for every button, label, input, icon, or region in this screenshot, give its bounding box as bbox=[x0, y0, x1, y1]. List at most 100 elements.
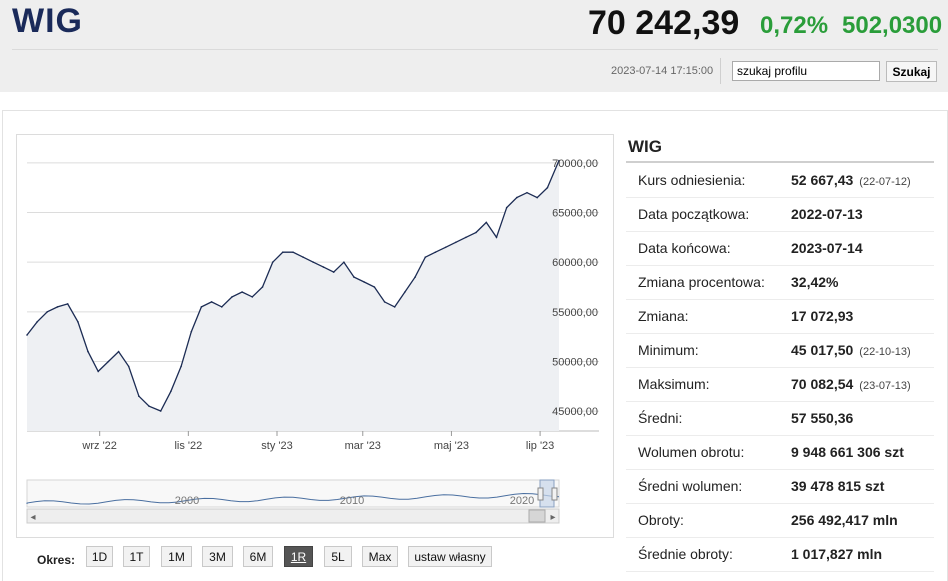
data-point bbox=[66, 303, 69, 305]
navigator-year-label: 2000 bbox=[175, 495, 199, 507]
period-button-1m[interactable]: 1M bbox=[161, 546, 192, 567]
data-point bbox=[455, 241, 457, 244]
stats-row: Data końcowa: 2023-07-14 bbox=[626, 231, 934, 266]
change-absolute: 502,0300 bbox=[842, 12, 943, 39]
stats-date: (22-07-12) bbox=[859, 176, 911, 188]
scroll-left-arrow[interactable]: ◂ bbox=[30, 512, 35, 523]
navigator-handle-right[interactable] bbox=[551, 487, 558, 501]
data-point bbox=[231, 296, 233, 298]
vertical-divider bbox=[720, 58, 721, 84]
stats-row: Zmiana: 17 072,93 bbox=[626, 299, 934, 334]
data-point bbox=[505, 206, 508, 209]
y-tick-label: 65000,00 bbox=[552, 208, 598, 220]
stats-row: Średnie obroty: 1 017,827 mln bbox=[626, 537, 934, 572]
scrollbar-track[interactable] bbox=[26, 508, 560, 524]
stats-label: Wolumen obrotu: bbox=[638, 444, 745, 460]
period-button-custom[interactable]: ustaw własny bbox=[408, 546, 492, 567]
search-button[interactable]: Szukaj bbox=[886, 61, 937, 82]
data-point bbox=[241, 291, 243, 293]
x-tick-label: maj '23 bbox=[434, 440, 469, 452]
stats-row: Minimum: 45 017,50 (22-10-13) bbox=[626, 333, 934, 368]
period-selector: Okres: 1D 1T 1M 3M 6M 1R 5L Max ustaw wł… bbox=[16, 546, 616, 572]
stats-row: Średni: 57 550,36 bbox=[626, 401, 934, 436]
data-point bbox=[117, 350, 120, 353]
data-point bbox=[148, 405, 150, 408]
data-point bbox=[465, 236, 467, 239]
stats-value: 2023-07-14 bbox=[791, 240, 863, 256]
data-point bbox=[383, 301, 386, 303]
x-tick-label: wrz '22 bbox=[81, 440, 117, 452]
x-tick-label: mar '23 bbox=[345, 440, 381, 452]
stats-value: 45 017,50 (22-10-13) bbox=[791, 342, 911, 358]
stats-label: Obroty: bbox=[638, 512, 684, 528]
x-tick-label: lip '23 bbox=[526, 440, 554, 452]
stats-date: (23-07-13) bbox=[859, 380, 911, 392]
period-button-max[interactable]: Max bbox=[362, 546, 398, 567]
y-tick-label: 55000,00 bbox=[552, 307, 598, 319]
stats-label: Zmiana procentowa: bbox=[638, 274, 765, 290]
data-point bbox=[424, 256, 427, 258]
data-point bbox=[180, 365, 182, 368]
stats-value: 39 478 815 szt bbox=[791, 478, 885, 494]
stats-value: 52 667,43 (22-07-12) bbox=[791, 172, 911, 188]
period-button-1t[interactable]: 1T bbox=[123, 546, 150, 567]
period-button-5l[interactable]: 5L bbox=[324, 546, 352, 567]
period-button-1d[interactable]: 1D bbox=[86, 546, 113, 567]
chart-container[interactable]: 45000,00 50000,00 55000,00 60000,00 65000,00… bbox=[16, 134, 614, 538]
data-point bbox=[434, 251, 437, 253]
data-point bbox=[363, 281, 366, 283]
stats-value: 32,42% bbox=[791, 274, 839, 290]
header-bar: WIG 70 242,39 0,72% 502,0300 2023-07-14 … bbox=[0, 0, 948, 92]
data-point bbox=[87, 350, 89, 353]
data-point bbox=[546, 186, 549, 189]
data-point bbox=[526, 191, 528, 194]
period-button-3m[interactable]: 3M bbox=[202, 546, 233, 567]
period-button-1r[interactable]: 1R bbox=[284, 546, 313, 567]
data-point bbox=[343, 261, 345, 263]
x-tick-label: lis '22 bbox=[174, 440, 202, 452]
price-chart[interactable]: 45000,00 50000,00 55000,00 60000,00 65000,00… bbox=[17, 135, 613, 537]
data-point bbox=[46, 311, 49, 313]
scrollbar-thumb[interactable] bbox=[528, 509, 546, 523]
stats-row: Wolumen obrotu: 9 948 661 306 szt bbox=[626, 435, 934, 470]
stats-label: Minimum: bbox=[638, 342, 699, 358]
stats-label: Maksimum: bbox=[638, 376, 710, 392]
data-point bbox=[404, 291, 406, 293]
data-point bbox=[107, 360, 110, 363]
y-tick-label: 70000,00 bbox=[552, 158, 598, 170]
data-point bbox=[97, 370, 99, 373]
data-point bbox=[221, 306, 223, 308]
stats-label: Kurs odniesienia: bbox=[638, 172, 746, 188]
y-tick-label: 60000,00 bbox=[552, 257, 598, 269]
data-point bbox=[495, 236, 498, 239]
navigator-year-label: 2020 bbox=[510, 495, 534, 507]
stats-row: Średni wolumen: 39 478 815 szt bbox=[626, 469, 934, 504]
data-point bbox=[26, 334, 28, 336]
scroll-right-arrow[interactable]: ▸ bbox=[550, 512, 555, 523]
profile-search-input[interactable] bbox=[732, 61, 880, 81]
index-price: 70 242,39 bbox=[588, 4, 740, 42]
data-point bbox=[251, 296, 254, 298]
data-point bbox=[475, 231, 477, 234]
y-tick-label: 50000,00 bbox=[552, 356, 598, 368]
data-point bbox=[373, 286, 376, 288]
stats-row: Maksimum: 70 082,54 (23-07-13) bbox=[626, 367, 934, 402]
stats-value: 2022-07-13 bbox=[791, 206, 863, 222]
stats-row: Obroty: 256 492,417 mln bbox=[626, 503, 934, 538]
stats-label: Średni: bbox=[638, 410, 683, 426]
period-button-6m[interactable]: 6M bbox=[243, 546, 273, 567]
data-point bbox=[36, 321, 38, 323]
data-point bbox=[77, 321, 79, 323]
data-point bbox=[200, 306, 203, 308]
stats-date: (22-10-13) bbox=[859, 346, 911, 358]
data-point bbox=[393, 306, 396, 308]
data-point bbox=[444, 246, 447, 249]
stats-label: Średni wolumen: bbox=[638, 478, 743, 494]
navigator-handle-left[interactable] bbox=[537, 487, 544, 501]
x-tick-label: sty '23 bbox=[261, 440, 292, 452]
change-percent: 0,72% bbox=[760, 12, 829, 39]
stats-value: 9 948 661 306 szt bbox=[791, 444, 904, 460]
data-point bbox=[536, 196, 538, 199]
data-point bbox=[56, 306, 59, 308]
data-point bbox=[271, 261, 274, 263]
